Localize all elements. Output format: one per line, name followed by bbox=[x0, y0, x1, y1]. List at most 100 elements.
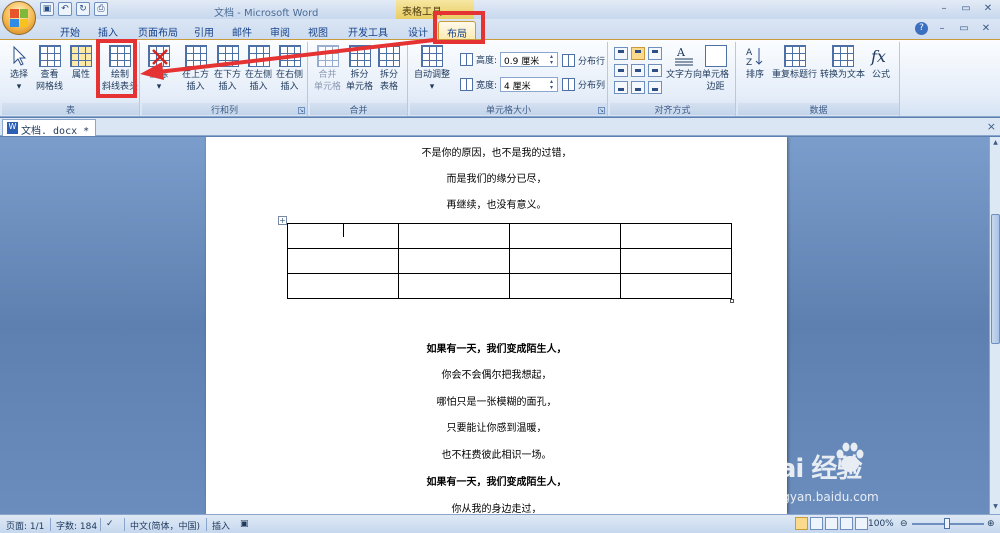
split-table-icon bbox=[378, 45, 400, 67]
align-middle-left-icon[interactable] bbox=[614, 64, 628, 77]
scroll-down-icon[interactable]: ▼ bbox=[991, 503, 1000, 512]
minimize-button[interactable]: – bbox=[936, 2, 952, 15]
dialog-launcher-icon[interactable]: ↘ bbox=[598, 107, 605, 114]
tab-review[interactable]: 审阅 bbox=[262, 21, 298, 39]
align-middle-center-icon[interactable] bbox=[631, 64, 645, 77]
insert-left-icon bbox=[247, 45, 270, 67]
baidu-watermark: Bai 经验 jingyan.baidu.com bbox=[760, 440, 988, 513]
tab-references[interactable]: 引用 bbox=[186, 21, 222, 39]
convert-to-text-button[interactable]: 转换为文本 bbox=[820, 45, 865, 81]
zoom-out-icon[interactable]: ⊖ bbox=[900, 519, 908, 529]
group-label-merge: 合并 bbox=[310, 103, 407, 116]
tab-insert[interactable]: 插入 bbox=[90, 21, 126, 39]
doc-close-button[interactable]: ✕ bbox=[978, 22, 994, 35]
save-icon[interactable]: ▣ bbox=[40, 2, 54, 16]
zoom-slider[interactable] bbox=[912, 518, 984, 529]
full-screen-reading-icon[interactable] bbox=[810, 517, 823, 530]
insert-mode[interactable]: 插入 bbox=[212, 519, 230, 532]
tab-home[interactable]: 开始 bbox=[52, 21, 88, 39]
tab-mailings[interactable]: 邮件 bbox=[224, 21, 260, 39]
table-cell[interactable] bbox=[509, 248, 621, 274]
table-cell[interactable] bbox=[398, 223, 510, 249]
text-direction-button[interactable]: A 文字方向 bbox=[666, 45, 702, 81]
view-gridlines-button[interactable]: 查看 网格线 bbox=[36, 45, 63, 93]
table-cell[interactable] bbox=[509, 223, 621, 249]
document-tab[interactable]: W 文档. docx * bbox=[2, 119, 97, 137]
document-page[interactable]: 不是你的原因，也不是我的过错， 而是我们的缘分已尽， 再继续，也没有意义。 + … bbox=[206, 137, 787, 514]
scroll-thumb[interactable] bbox=[991, 214, 1000, 344]
svg-text:fx: fx bbox=[870, 47, 886, 66]
print-preview-icon[interactable]: ⎙ bbox=[94, 2, 108, 16]
align-bottom-right-icon[interactable] bbox=[648, 81, 662, 94]
doc-restore-button[interactable]: ▭ bbox=[956, 22, 972, 35]
align-top-right-icon[interactable] bbox=[648, 47, 662, 60]
table-cell[interactable] bbox=[509, 273, 621, 299]
split-cells-button[interactable]: 拆分 单元格 bbox=[346, 45, 373, 93]
table-cell[interactable] bbox=[287, 248, 399, 274]
language[interactable]: 中文(简体，中国) bbox=[130, 519, 200, 532]
table-move-handle-icon[interactable]: + bbox=[278, 216, 287, 225]
window-controls: – ▭ ✕ bbox=[936, 2, 996, 15]
maximize-button[interactable]: ▭ bbox=[958, 2, 974, 15]
alignment-grid bbox=[614, 47, 662, 94]
autofit-button[interactable]: 自动调整 ▾ bbox=[414, 45, 450, 93]
table-cell[interactable] bbox=[620, 248, 732, 274]
distribute-rows-button[interactable]: 分布行 bbox=[562, 54, 605, 67]
merge-cells-button[interactable]: 合并 单元格 bbox=[314, 45, 341, 93]
proofing-icon[interactable]: ✓ bbox=[106, 519, 114, 529]
help-icon[interactable]: ? bbox=[915, 22, 928, 35]
dialog-launcher-icon[interactable]: ↘ bbox=[298, 107, 305, 114]
tab-design[interactable]: 设计 bbox=[400, 21, 436, 39]
table-cell[interactable] bbox=[398, 273, 510, 299]
page-count[interactable]: 页面: 1/1 bbox=[6, 519, 44, 532]
tab-view[interactable]: 视图 bbox=[300, 21, 336, 39]
properties-button[interactable]: 属性 bbox=[70, 45, 92, 81]
width-input[interactable]: 4 厘米 bbox=[500, 77, 559, 92]
select-button[interactable]: 选择 ▾ bbox=[8, 45, 30, 93]
redo-icon[interactable]: ↻ bbox=[76, 2, 90, 16]
align-bottom-left-icon[interactable] bbox=[614, 81, 628, 94]
office-button[interactable] bbox=[2, 1, 36, 35]
draft-view-icon[interactable] bbox=[855, 517, 868, 530]
insert-below-button[interactable]: 在下方 插入 bbox=[214, 45, 241, 93]
undo-icon[interactable]: ↶ bbox=[58, 2, 72, 16]
zoom-knob[interactable] bbox=[944, 518, 950, 529]
cell-margins-button[interactable]: 单元格 边距 bbox=[702, 45, 729, 93]
split-table-button[interactable]: 拆分 表格 bbox=[378, 45, 400, 93]
align-top-left-icon[interactable] bbox=[614, 47, 628, 60]
table-cell[interactable] bbox=[287, 273, 399, 299]
tab-developer[interactable]: 开发工具 bbox=[340, 21, 396, 39]
close-button[interactable]: ✕ bbox=[980, 2, 996, 15]
cell-margins-icon bbox=[704, 45, 727, 67]
align-bottom-center-icon[interactable] bbox=[631, 81, 645, 94]
tab-page-layout[interactable]: 页面布局 bbox=[130, 21, 186, 39]
web-layout-icon[interactable] bbox=[825, 517, 838, 530]
word-count[interactable]: 字数: 184 bbox=[56, 519, 97, 532]
scroll-up-icon[interactable]: ▲ bbox=[991, 139, 1000, 148]
insert-right-button[interactable]: 在右侧 插入 bbox=[276, 45, 303, 93]
view-buttons bbox=[795, 517, 868, 530]
insert-above-button[interactable]: 在上方 插入 bbox=[182, 45, 209, 93]
table-cell[interactable] bbox=[620, 223, 732, 249]
distribute-columns-button[interactable]: 分布列 bbox=[562, 78, 605, 91]
outline-view-icon[interactable] bbox=[840, 517, 853, 530]
convert-to-text-icon bbox=[831, 45, 854, 67]
zoom-in-icon[interactable]: ⊕ bbox=[987, 519, 995, 529]
delete-button[interactable]: 删除 ▾ bbox=[148, 45, 170, 93]
align-top-center-icon[interactable] bbox=[631, 47, 645, 60]
align-middle-right-icon[interactable] bbox=[648, 64, 662, 77]
table-resize-handle[interactable] bbox=[730, 299, 734, 303]
repeat-header-rows-button[interactable]: 重复标题行 bbox=[772, 45, 817, 81]
vertical-scrollbar[interactable]: ▲ ▼ bbox=[989, 137, 1000, 514]
height-input[interactable]: 0.9 厘米 bbox=[500, 52, 559, 67]
table-cell[interactable] bbox=[398, 248, 510, 274]
doc-minimize-button[interactable]: – bbox=[934, 22, 950, 35]
insert-left-button[interactable]: 在左侧 插入 bbox=[245, 45, 272, 93]
formula-button[interactable]: fx 公式 bbox=[870, 45, 892, 81]
print-layout-icon[interactable] bbox=[795, 517, 808, 530]
close-document-icon[interactable]: × bbox=[987, 120, 996, 133]
table-cell[interactable] bbox=[620, 273, 732, 299]
zoom-level[interactable]: 100% bbox=[868, 519, 894, 529]
macro-record-icon[interactable]: ▣ bbox=[240, 519, 249, 529]
sort-button[interactable]: AZ 排序 bbox=[744, 45, 766, 81]
